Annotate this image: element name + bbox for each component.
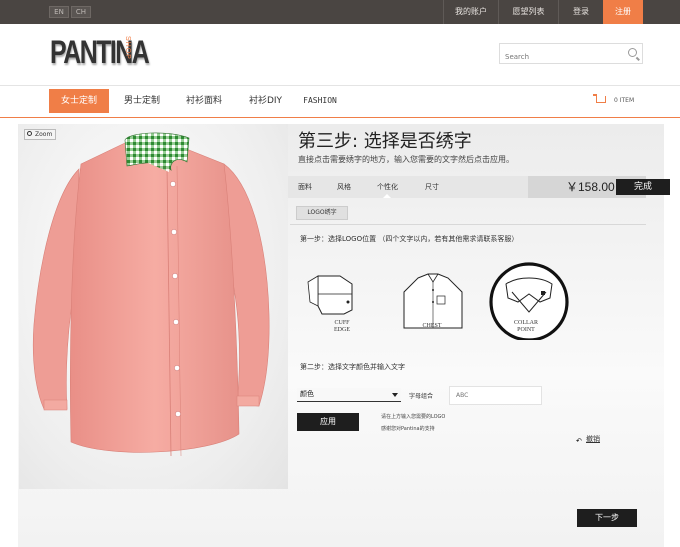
cuff-edge-option[interactable] bbox=[307, 275, 353, 315]
chest-label-line1: CHEST bbox=[422, 323, 442, 329]
undo-link[interactable]: 撤销 bbox=[586, 434, 600, 444]
logo[interactable]: PANTINA bbox=[50, 34, 150, 71]
next-step-button[interactable]: 下一步 bbox=[577, 509, 637, 527]
undo-icon[interactable]: ↶ bbox=[576, 437, 582, 445]
search-input[interactable] bbox=[500, 47, 620, 67]
zoom-icon bbox=[27, 131, 32, 136]
apply-button[interactable]: 应用 bbox=[297, 413, 359, 431]
hint-line2: 感谢您对Pantina的支持 bbox=[381, 426, 435, 432]
nav-fashion[interactable]: FASHION bbox=[296, 89, 344, 113]
nav-men-custom[interactable]: 男士定制 bbox=[114, 89, 170, 113]
shirt-image bbox=[32, 132, 270, 457]
logo-embroidery-tab[interactable]: LOGO绣字 bbox=[296, 206, 348, 220]
section-divider bbox=[290, 224, 646, 225]
collar-point-label: COLLAR POINT bbox=[506, 320, 546, 334]
chevron-down-icon bbox=[392, 393, 398, 397]
tab-size[interactable]: 尺寸 bbox=[425, 176, 439, 198]
step-description: 直接点击需要绣字的地方，输入您需要的文字然后点击应用。 bbox=[298, 155, 514, 164]
step-title: 第三步: 选择是否绣字 bbox=[298, 131, 472, 152]
search-box bbox=[499, 43, 643, 67]
embroidery-text-input[interactable] bbox=[449, 386, 542, 405]
cuff-edge-label: CUFF EDGE bbox=[322, 320, 362, 334]
logo-shop-text: SHOP bbox=[124, 36, 131, 60]
step2-label: 第二步：选择文字颜色并输入文字 bbox=[300, 363, 405, 371]
zoom-button[interactable]: Zoom bbox=[24, 129, 56, 140]
nav-shirt-diy[interactable]: 衬衫DIY bbox=[238, 89, 293, 113]
color-select-value: 颜色 bbox=[300, 390, 314, 398]
tab-fabric[interactable]: 面料 bbox=[298, 176, 312, 198]
letter-combo-label: 字母组合 bbox=[409, 393, 434, 400]
nav-divider bbox=[0, 117, 680, 118]
cuff-edge-label-line1: CUFF bbox=[334, 320, 350, 326]
my-account-link[interactable]: 我的账户 bbox=[443, 0, 498, 24]
search-icon[interactable] bbox=[628, 48, 637, 57]
lang-en-button[interactable]: EN bbox=[49, 6, 69, 18]
shirt-preview bbox=[19, 124, 288, 489]
nav-women-custom[interactable]: 女士定制 bbox=[49, 89, 109, 113]
color-select[interactable]: 颜色 bbox=[297, 388, 401, 402]
done-button[interactable]: 完成 bbox=[616, 179, 670, 195]
price: ￥158.00 bbox=[566, 180, 615, 194]
register-link[interactable]: 注册 bbox=[603, 0, 643, 24]
nav-shirt-fabric[interactable]: 衬衫面料 bbox=[176, 89, 232, 113]
collar-point-label-line1: COLLAR bbox=[514, 320, 538, 326]
cart-count: 0 ITEM bbox=[614, 97, 635, 104]
chest-option[interactable] bbox=[403, 273, 463, 329]
cart-icon bbox=[593, 94, 606, 103]
hint-line1: 请在上方输入您需要的LOGO bbox=[381, 414, 446, 420]
step1-label: 第一步：选择LOGO位置 （四个文字以内，若有其他需求请联系客服） bbox=[300, 235, 519, 243]
chest-label: CHEST bbox=[412, 323, 452, 330]
lang-cn-button[interactable]: CH bbox=[71, 6, 91, 18]
tab-style[interactable]: 风格 bbox=[337, 176, 351, 198]
cuff-edge-label-line2: EDGE bbox=[334, 327, 350, 333]
zoom-label: Zoom bbox=[35, 131, 53, 138]
header-divider bbox=[0, 85, 680, 86]
collar-point-label-line2: POINT bbox=[517, 327, 535, 333]
wishlist-link[interactable]: 愿望列表 bbox=[498, 0, 558, 24]
login-link[interactable]: 登录 bbox=[558, 0, 603, 24]
active-tab-indicator bbox=[383, 194, 391, 198]
